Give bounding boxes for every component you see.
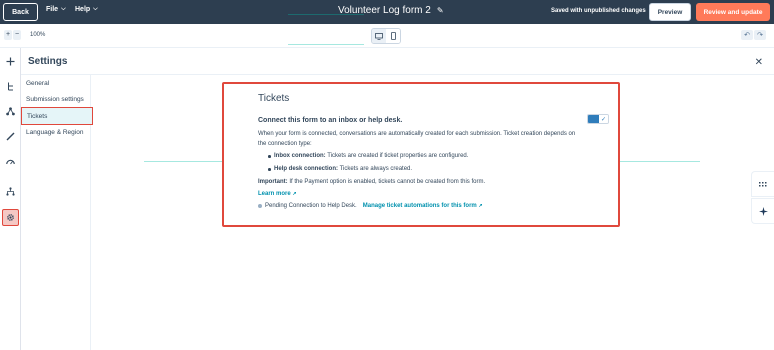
- important-note: Important: If the Payment option is enab…: [258, 179, 485, 185]
- canvas-guide: [620, 161, 700, 162]
- status-dot: [258, 204, 262, 208]
- zoom-in-button[interactable]: −: [13, 30, 21, 40]
- nav-item-tickets[interactable]: Tickets: [21, 107, 93, 125]
- back-button[interactable]: Back: [3, 3, 38, 21]
- left-icon-rail: [0, 48, 21, 350]
- close-icon[interactable]: ✕: [755, 57, 763, 68]
- chevron-down-icon: ⌵: [93, 6, 98, 12]
- list-item: Inbox connection: Tickets are created if…: [267, 152, 469, 160]
- redo-icon[interactable]: ↷: [754, 30, 766, 40]
- list-item: Help desk connection: Tickets are always…: [267, 165, 468, 173]
- review-and-update-button[interactable]: Review and update: [696, 3, 770, 21]
- connect-description: When your form is connected, conversatio…: [258, 131, 576, 147]
- important-text: If the Payment option is enabled, ticket…: [287, 179, 486, 185]
- manage-link-text: Manage ticket automations for this form: [362, 203, 477, 209]
- file-menu-label: File: [46, 6, 59, 13]
- undo-icon[interactable]: ↶: [741, 30, 753, 40]
- tickets-title: Tickets: [258, 93, 290, 104]
- pencil-icon[interactable]: ✎: [437, 6, 444, 15]
- branch-icon[interactable]: [3, 184, 18, 199]
- settings-nav: General Submission settings Tickets Lang…: [21, 75, 93, 350]
- bullet-label: Inbox connection:: [274, 153, 326, 159]
- external-link-icon: ↗: [292, 191, 297, 197]
- nav-item-submission-settings[interactable]: Submission settings: [21, 91, 91, 107]
- help-menu[interactable]: Help ⌵: [75, 6, 98, 13]
- bullet-label: Help desk connection:: [274, 166, 339, 172]
- nav-item-general[interactable]: General: [21, 75, 91, 91]
- brush-icon[interactable]: [3, 129, 18, 144]
- nav-item-language-region[interactable]: Language & Region: [21, 124, 91, 140]
- mobile-icon[interactable]: [386, 29, 400, 43]
- zoom-controls: + −: [4, 30, 21, 40]
- canvas-guide: [144, 161, 222, 162]
- pending-status: Pending Connection to Help Desk. Manage …: [258, 203, 483, 209]
- chevron-down-icon: ⌵: [61, 6, 66, 12]
- preview-button[interactable]: Preview: [649, 3, 691, 21]
- connection-types-list: Inbox connection: Tickets are created if…: [267, 152, 469, 178]
- add-icon[interactable]: [3, 54, 18, 69]
- editor-toolbar: + − 100% ↶ ↷: [0, 24, 774, 48]
- bullet-text: Tickets are always created.: [338, 166, 413, 172]
- connect-icon[interactable]: [3, 104, 18, 119]
- external-link-icon: ↗: [478, 203, 483, 209]
- canvas-guide: [288, 14, 364, 15]
- tree-icon[interactable]: [3, 79, 18, 94]
- save-status: Saved with unpublished changes: [551, 8, 646, 14]
- desktop-icon[interactable]: [372, 29, 386, 43]
- settings-title: Settings: [28, 56, 68, 67]
- zoom-out-button[interactable]: +: [4, 30, 12, 40]
- zoom-level: 100%: [30, 32, 46, 38]
- gear-icon[interactable]: [2, 209, 19, 226]
- grid-widget-icon[interactable]: [751, 171, 774, 197]
- sparkle-icon[interactable]: [751, 198, 774, 224]
- canvas-guide: [288, 44, 364, 45]
- settings-header: Settings ✕: [21, 48, 774, 75]
- check-icon: ✓: [599, 115, 608, 123]
- connect-heading: Connect this form to an inbox or help de…: [258, 117, 403, 124]
- manage-automations-link[interactable]: Manage ticket automations for this form …: [363, 203, 483, 209]
- toggle-knob: [588, 115, 599, 123]
- help-menu-label: Help: [75, 6, 91, 13]
- device-toggle: [371, 28, 401, 44]
- bullet-text: Tickets are created if ticket properties…: [325, 153, 469, 159]
- learn-more-link[interactable]: Learn more ↗: [258, 191, 297, 197]
- file-menu[interactable]: File ⌵: [46, 6, 66, 13]
- learn-more-text: Learn more: [258, 191, 291, 197]
- history-controls: ↶ ↷: [741, 30, 766, 40]
- important-label: Important:: [258, 179, 288, 185]
- tickets-toggle[interactable]: ✓: [587, 114, 609, 124]
- tickets-card: Tickets Connect this form to an inbox or…: [222, 82, 620, 227]
- top-bar: Back File ⌵ Help ⌵ Volunteer Log form 2 …: [0, 0, 774, 24]
- pending-text: Pending Connection to Help Desk.: [265, 203, 357, 209]
- gauge-icon[interactable]: [3, 154, 18, 169]
